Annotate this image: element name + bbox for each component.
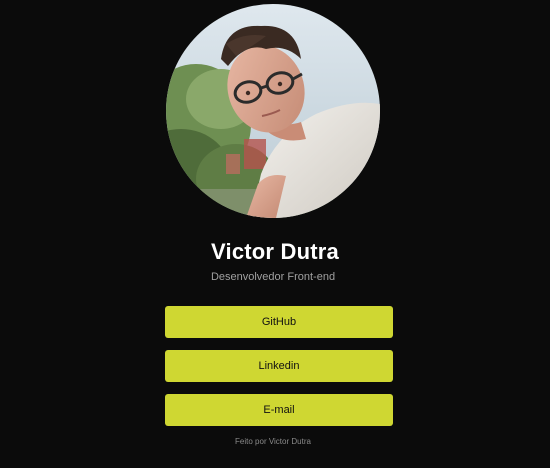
avatar-photo [166,4,380,218]
footer-credit: Feito por Victor Dutra [235,437,311,446]
linkedin-button[interactable]: Linkedin [165,350,393,382]
links-list: GitHub Linkedin E-mail [165,306,393,438]
profile-role: Desenvolvedor Front-end [210,271,336,283]
profile-avatar [166,4,380,218]
profile-name: Victor Dutra [211,239,339,264]
email-button[interactable]: E-mail [165,394,393,426]
github-button[interactable]: GitHub [165,306,393,338]
profile-page: Victor Dutra Desenvolvedor Front-end Git… [0,0,550,468]
